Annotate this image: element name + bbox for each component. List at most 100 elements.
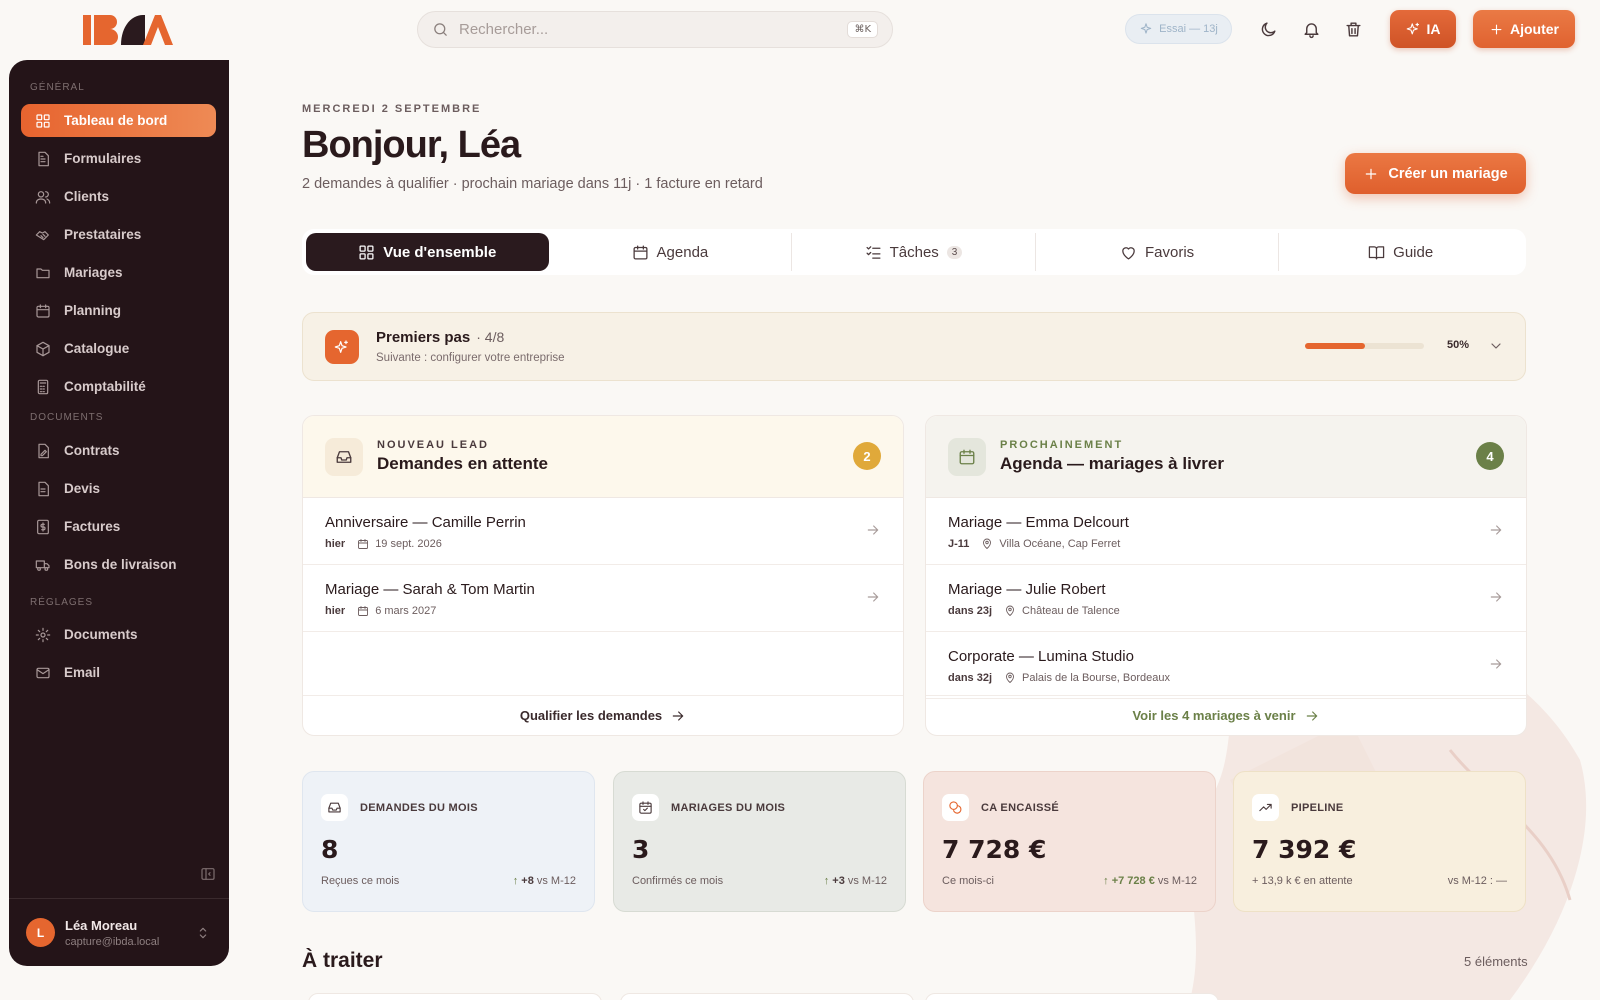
stat-compare: vs M-12 bbox=[847, 875, 887, 887]
trending-up-icon bbox=[1252, 794, 1279, 821]
sidebar-item-catalog[interactable]: Catalogue bbox=[21, 332, 216, 365]
add-button[interactable]: Ajouter bbox=[1473, 10, 1575, 48]
tab-overview[interactable]: Vue d'ensemble bbox=[306, 233, 549, 271]
current-date: MERCREDI 2 SEPTEMBRE bbox=[302, 103, 482, 115]
lead-row[interactable]: Mariage — Sarah & Tom Martin hier 6 mars… bbox=[303, 565, 903, 632]
lead-date: 19 sept. 2026 bbox=[375, 538, 442, 550]
sidebar-item-clients[interactable]: Clients bbox=[21, 180, 216, 213]
dashboard-icon bbox=[36, 113, 50, 128]
gear-icon bbox=[35, 627, 51, 642]
leads-kicker: NOUVEAU LEAD bbox=[377, 439, 490, 451]
arrow-right-icon bbox=[1490, 525, 1502, 535]
user-menu[interactable]: L Léa Moreau capture@ibda.local bbox=[9, 898, 229, 966]
chevron-down-icon[interactable] bbox=[1488, 338, 1504, 354]
sidebar-item-label: Formulaires bbox=[64, 151, 142, 166]
sidebar-item-contracts[interactable]: Contrats bbox=[21, 434, 216, 467]
book-icon bbox=[1368, 245, 1385, 260]
sidebar-item-accounting[interactable]: Comptabilité bbox=[21, 370, 216, 403]
user-email: capture@ibda.local bbox=[65, 935, 160, 948]
sidebar-item-label: Tableau de bord bbox=[64, 113, 168, 128]
chevrons-up-down-icon bbox=[199, 927, 207, 938]
agenda-icon-box bbox=[948, 437, 986, 476]
sidebar-item-planning[interactable]: Planning bbox=[21, 294, 216, 327]
tab-agenda[interactable]: Agenda bbox=[549, 233, 793, 271]
stat-card-weddings[interactable]: MARIAGES DU MOIS 3 Confirmés ce mois ↑ +… bbox=[613, 771, 906, 912]
sidebar-item-providers[interactable]: Prestataires bbox=[21, 218, 216, 251]
trial-badge[interactable]: Essai — 13j bbox=[1125, 14, 1232, 44]
search-bar[interactable]: Rechercher... ⌘K bbox=[417, 11, 893, 48]
stat-value: 3 bbox=[632, 835, 650, 864]
dark-mode-button[interactable] bbox=[1259, 20, 1279, 40]
sidebar-item-email[interactable]: Email bbox=[21, 656, 216, 689]
event-title: Corporate — Lumina Studio bbox=[948, 648, 1134, 665]
stat-card-revenue[interactable]: CA ENCAISSÉ 7 728 € Ce mois-ci ↑ +7 728 … bbox=[923, 771, 1216, 912]
view-upcoming-label: Voir les 4 mariages à venir bbox=[1132, 708, 1296, 723]
onboarding-next-step: Suivante : configurer votre entreprise bbox=[376, 352, 565, 364]
sidebar-item-forms[interactable]: Formulaires bbox=[21, 142, 216, 175]
folder-icon bbox=[36, 267, 50, 278]
trash-icon bbox=[1346, 22, 1361, 37]
lead-date: 6 mars 2027 bbox=[375, 605, 437, 617]
agenda-title: Agenda — mariages à livrer bbox=[1000, 454, 1224, 473]
todo-count: 5 éléments bbox=[1464, 954, 1528, 969]
calendar-icon bbox=[633, 244, 648, 260]
stat-value: 8 bbox=[321, 835, 339, 864]
todo-title: À traiter bbox=[302, 949, 383, 972]
agenda-row[interactable]: Mariage — Julie Robert dans 23j Château … bbox=[926, 565, 1526, 632]
checklist-icon bbox=[866, 245, 881, 259]
stat-card-pipeline[interactable]: PIPELINE 7 392 € + 13,9 k € en attente v… bbox=[1233, 771, 1526, 912]
collapse-sidebar-button[interactable] bbox=[200, 866, 216, 882]
tab-label: Guide bbox=[1393, 243, 1434, 261]
todo-card[interactable] bbox=[925, 993, 1219, 1000]
agenda-row[interactable]: Corporate — Lumina Studio dans 32j Palai… bbox=[926, 632, 1526, 699]
event-when: dans 23j bbox=[948, 605, 993, 617]
agenda-row[interactable]: Mariage — Emma Delcourt J-11 Villa Océan… bbox=[926, 498, 1526, 565]
tab-favorites[interactable]: Favoris bbox=[1036, 233, 1280, 271]
sidebar-item-label: Email bbox=[64, 665, 101, 680]
arrow-right-icon bbox=[1490, 592, 1502, 602]
ia-button[interactable]: IA bbox=[1390, 10, 1456, 48]
add-label: Ajouter bbox=[1510, 21, 1559, 37]
onboarding-percent: 50% bbox=[1447, 339, 1470, 351]
agenda-count-badge: 4 bbox=[1476, 442, 1504, 470]
stat-card-requests[interactable]: DEMANDES DU MOIS 8 Reçues ce mois ↑ +8 v… bbox=[302, 771, 595, 912]
stat-compare: vs M-12 : — bbox=[1447, 875, 1507, 887]
tab-guide[interactable]: Guide bbox=[1279, 233, 1522, 271]
tab-label: Vue d'ensemble bbox=[383, 243, 497, 261]
notifications-button[interactable] bbox=[1302, 20, 1322, 40]
trash-button[interactable] bbox=[1344, 20, 1364, 40]
mail-icon bbox=[36, 667, 50, 678]
onboarding-panel[interactable]: Premiers pas · 4/8 Suivante : configurer … bbox=[302, 312, 1526, 381]
stat-label: CA ENCAISSÉ bbox=[981, 801, 1060, 814]
sidebar-item-quotes[interactable]: Devis bbox=[21, 472, 216, 505]
qualify-leads-link[interactable]: Qualifier les demandes bbox=[303, 695, 903, 735]
dashboard-icon bbox=[359, 244, 374, 260]
heart-icon bbox=[1122, 246, 1135, 260]
sidebar-item-delivery[interactable]: Bons de livraison bbox=[21, 548, 216, 581]
stat-sub: Reçues ce mois bbox=[321, 875, 400, 887]
search-input[interactable]: Rechercher... bbox=[459, 21, 847, 38]
sidebar-section-documents: DOCUMENTS bbox=[30, 412, 104, 423]
arrow-right-icon bbox=[867, 525, 879, 535]
view-upcoming-weddings-link[interactable]: Voir les 4 mariages à venir bbox=[926, 695, 1526, 735]
sidebar-item-invoices[interactable]: Factures bbox=[21, 510, 216, 543]
ibda-logo[interactable] bbox=[83, 12, 173, 48]
sparkles-icon bbox=[334, 339, 348, 353]
stat-sub: Confirmés ce mois bbox=[632, 875, 724, 887]
event-when: J-11 bbox=[948, 538, 970, 550]
leads-card: NOUVEAU LEAD Demandes en attente 2 Anniv… bbox=[302, 415, 904, 736]
leads-icon-box bbox=[325, 437, 363, 476]
todo-card[interactable] bbox=[308, 993, 602, 1000]
sidebar-item-documents[interactable]: Documents bbox=[21, 618, 216, 651]
onboarding-icon-box bbox=[325, 329, 359, 364]
sidebar-item-weddings[interactable]: Mariages bbox=[21, 256, 216, 289]
todo-card[interactable] bbox=[620, 993, 914, 1000]
sidebar-item-dashboard[interactable]: Tableau de bord bbox=[21, 104, 216, 137]
tab-tasks[interactable]: Tâches 3 bbox=[792, 233, 1036, 271]
tasks-count-badge: 3 bbox=[946, 245, 963, 259]
create-wedding-button[interactable]: Créer un mariage bbox=[1345, 153, 1526, 194]
lead-row[interactable]: Anniversaire — Camille Perrin hier 19 se… bbox=[303, 498, 903, 565]
search-icon bbox=[434, 23, 447, 36]
stat-sub: + 13,9 k € en attente bbox=[1252, 875, 1353, 887]
arrow-right-icon bbox=[672, 710, 684, 721]
